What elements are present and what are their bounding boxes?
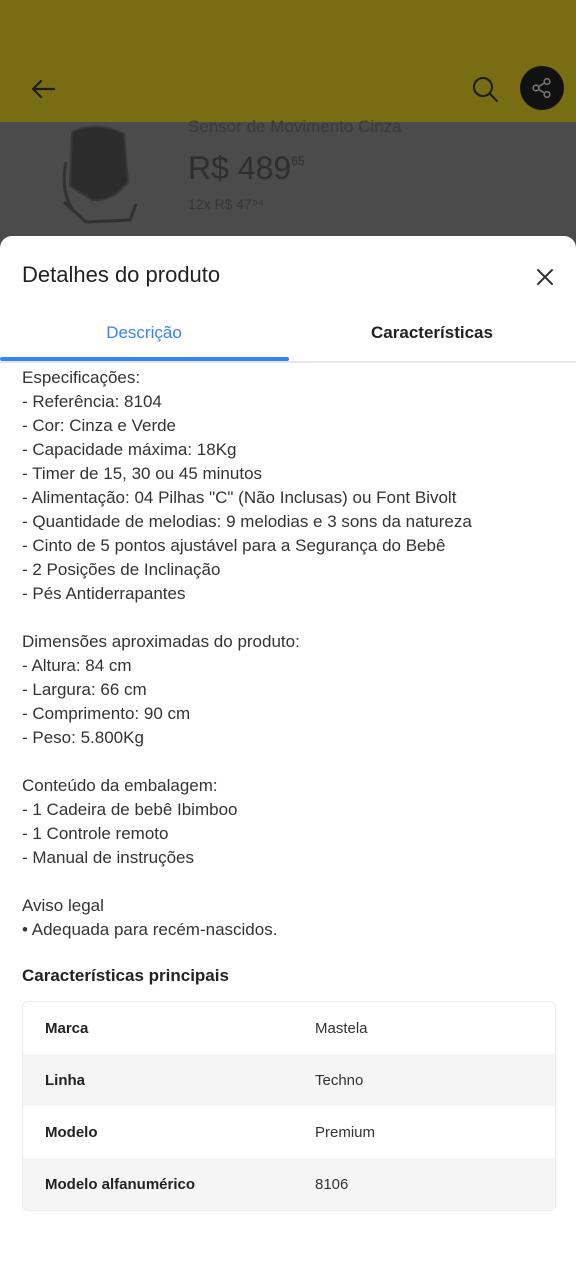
description-line: - Cor: Cinza e Verde bbox=[22, 416, 177, 435]
description-line: - 1 Cadeira de bebê Ibimboo bbox=[22, 800, 238, 819]
price-cents: 65 bbox=[291, 154, 305, 168]
share-icon bbox=[532, 77, 551, 99]
description-line: - Quantidade de melodias: 9 melodias e 3… bbox=[22, 512, 472, 531]
table-row: Modelo Premium bbox=[23, 1106, 555, 1158]
spec-key: Marca bbox=[45, 1019, 89, 1037]
description-line: Aviso legal bbox=[22, 896, 104, 915]
description-line: Conteúdo da embalagem: bbox=[22, 776, 218, 795]
close-icon[interactable] bbox=[534, 266, 556, 288]
app-header bbox=[0, 0, 576, 122]
spec-value: Premium bbox=[315, 1123, 376, 1141]
description-line: - Manual de instruções bbox=[22, 848, 194, 867]
table-row: Linha Techno bbox=[23, 1054, 555, 1106]
specs-table: Marca Mastela Linha Techno Modelo Premiu… bbox=[22, 1001, 556, 1211]
description-line: - Capacidade máxima: 18Kg bbox=[22, 440, 237, 459]
product-details-sheet: Detalhes do produto Descrição Caracterís… bbox=[0, 236, 576, 1280]
description-line: Dimensões aproximadas do produto: bbox=[22, 632, 300, 651]
description-text: Especificações: - Referência: 8104 - Cor… bbox=[22, 366, 562, 942]
share-button[interactable] bbox=[520, 66, 564, 110]
sheet-title: Detalhes do produto bbox=[22, 262, 221, 287]
description-line: - Cinto de 5 pontos ajustável para a Seg… bbox=[22, 536, 446, 555]
tab-descricao[interactable]: Descrição bbox=[0, 306, 288, 359]
description-line: • Adequada para recém-nascidos. bbox=[22, 920, 278, 939]
description-line: - Altura: 84 cm bbox=[22, 656, 132, 675]
specs-title: Características principais bbox=[22, 966, 229, 985]
active-tab-indicator bbox=[0, 357, 289, 361]
description-line: - Alimentação: 04 Pilhas "C" (Não Inclus… bbox=[22, 488, 457, 507]
description-line: - Comprimento: 90 cm bbox=[22, 704, 191, 723]
spec-value: Mastela bbox=[315, 1019, 368, 1037]
description-line: - Pés Antiderrapantes bbox=[22, 584, 186, 603]
product-thumbnail bbox=[62, 125, 138, 224]
description-line: - Referência: 8104 bbox=[22, 392, 162, 411]
installments: 12x R$ 47⁹⁴ bbox=[188, 196, 264, 212]
description-line: - 1 Controle remoto bbox=[22, 824, 169, 843]
description-line: - Timer de 15, 30 ou 45 minutos bbox=[22, 464, 263, 483]
spec-key: Modelo alfanumérico bbox=[45, 1175, 196, 1193]
spec-key: Linha bbox=[45, 1071, 85, 1089]
tab-bar: Descrição Características bbox=[0, 306, 576, 363]
description-line: - Largura: 66 cm bbox=[22, 680, 147, 699]
spec-value: Techno bbox=[315, 1071, 364, 1089]
tab-caracteristicas[interactable]: Características bbox=[288, 306, 576, 359]
description-line: Especificações: bbox=[22, 368, 141, 387]
product-title: Sensor de Movimento Cinza bbox=[188, 117, 402, 136]
arrow-left-icon[interactable] bbox=[28, 74, 58, 104]
spec-key: Modelo bbox=[45, 1123, 98, 1141]
description-line: - 2 Posições de Inclinação bbox=[22, 560, 221, 579]
product-price: R$ 48965 bbox=[188, 150, 305, 186]
table-row: Marca Mastela bbox=[23, 1002, 555, 1054]
search-icon[interactable] bbox=[470, 74, 500, 104]
spec-value: 8106 bbox=[315, 1175, 349, 1193]
table-row: Modelo alfanumérico 8106 bbox=[23, 1158, 555, 1210]
description-line: - Peso: 5.800Kg bbox=[22, 728, 144, 747]
